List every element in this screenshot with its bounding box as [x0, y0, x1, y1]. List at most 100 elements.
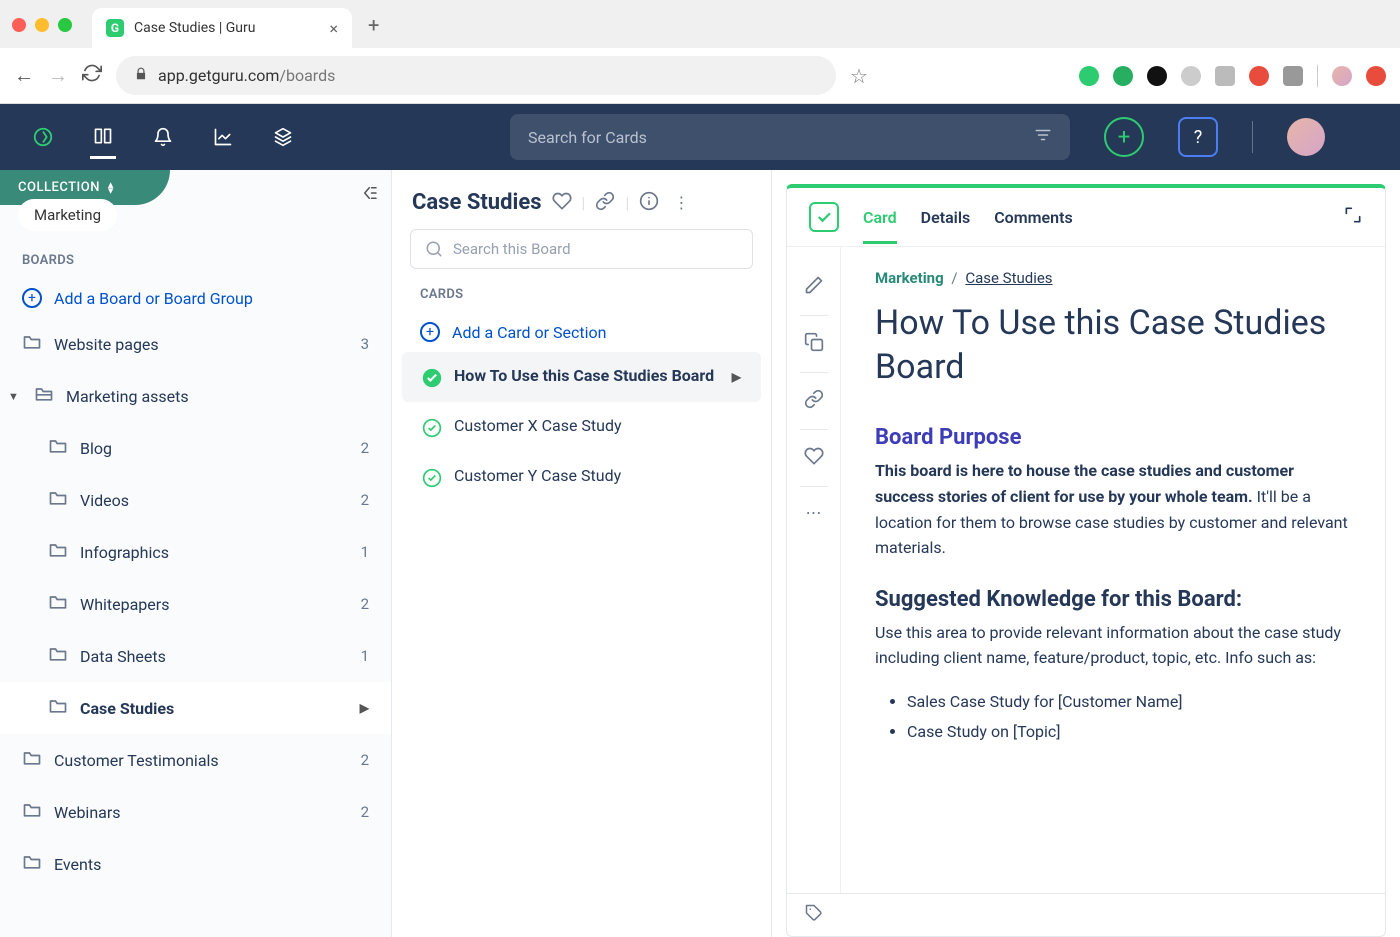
- card-customer-y[interactable]: Customer Y Case Study: [402, 452, 761, 502]
- board-infographics[interactable]: Infographics 1: [0, 526, 391, 578]
- ext-camera-icon[interactable]: [1283, 66, 1303, 86]
- detail-body: ⋯ Marketing / Case Studies How To Use th…: [787, 247, 1385, 893]
- breadcrumb: Marketing / Case Studies: [875, 269, 1351, 287]
- guru-logo-icon[interactable]: [30, 124, 56, 150]
- board-videos[interactable]: Videos 2: [0, 474, 391, 526]
- verified-outline-icon: [422, 468, 442, 488]
- info-icon[interactable]: [639, 191, 659, 215]
- folder-icon: [48, 488, 68, 512]
- board-customer-testimonials[interactable]: Customer Testimonials 2: [0, 734, 391, 786]
- tab-close-icon[interactable]: ×: [329, 19, 338, 38]
- board-label: Webinars: [54, 803, 121, 822]
- heart-icon[interactable]: [804, 436, 824, 480]
- favorite-icon[interactable]: [552, 191, 572, 215]
- tab-title: Case Studies | Guru: [134, 20, 319, 36]
- card-customer-x[interactable]: Customer X Case Study: [402, 402, 761, 452]
- app-header: Search for Cards + ?: [0, 104, 1400, 170]
- board-panel: Case Studies | | ⋮ Search this Board CAR…: [392, 170, 772, 937]
- board-case-studies[interactable]: Case Studies ▶: [0, 682, 391, 734]
- back-button[interactable]: ←: [14, 63, 34, 88]
- new-tab-button[interactable]: +: [360, 9, 387, 41]
- folder-icon: [22, 332, 42, 356]
- link-icon[interactable]: [804, 379, 824, 423]
- nav-stack-icon[interactable]: [270, 124, 296, 150]
- detail-header: Card Details Comments: [787, 188, 1385, 247]
- reload-button[interactable]: [82, 63, 102, 88]
- window-maximize[interactable]: [58, 18, 72, 32]
- board-title-row: Case Studies | | ⋮: [392, 186, 771, 229]
- nav-library-icon[interactable]: [90, 133, 116, 159]
- tab-details[interactable]: Details: [921, 208, 971, 227]
- window-minimize[interactable]: [35, 18, 49, 32]
- board-label: Marketing assets: [66, 387, 189, 406]
- board-purpose-text: This board is here to house the case stu…: [875, 458, 1351, 560]
- profile-avatar-icon[interactable]: [1332, 66, 1352, 86]
- window-close[interactable]: [12, 18, 26, 32]
- board-label: Case Studies: [80, 699, 174, 718]
- sidebar-collapse-icon[interactable]: [361, 184, 379, 206]
- add-card-button[interactable]: + Add a Card or Section: [392, 312, 771, 352]
- user-avatar[interactable]: [1287, 118, 1325, 156]
- suggested-text: Use this area to provide relevant inform…: [875, 620, 1351, 671]
- address-bar: ← → app.getguru.com/boards ☆: [0, 48, 1400, 103]
- ext-orange-icon[interactable]: [1366, 66, 1386, 86]
- plus-circle-icon: +: [420, 322, 440, 342]
- ext-gray2-icon[interactable]: [1215, 66, 1235, 86]
- link-icon[interactable]: [595, 191, 615, 215]
- expand-icon[interactable]: [1343, 205, 1363, 229]
- edit-icon[interactable]: [804, 265, 824, 309]
- board-whitepapers[interactable]: Whitepapers 2: [0, 578, 391, 630]
- nav-notifications-icon[interactable]: [150, 124, 176, 150]
- more-horizontal-icon[interactable]: ⋯: [806, 493, 822, 532]
- search-placeholder: Search for Cards: [528, 128, 647, 147]
- tab-card[interactable]: Card: [863, 208, 897, 244]
- board-events[interactable]: Events: [0, 838, 391, 890]
- verify-badge-icon[interactable]: [809, 202, 839, 232]
- board-search-input[interactable]: Search this Board: [410, 229, 753, 269]
- board-label: Blog: [80, 439, 112, 458]
- folder-icon: [22, 748, 42, 772]
- browser-tab[interactable]: G Case Studies | Guru ×: [92, 8, 352, 48]
- bullet-item: Case Study on [Topic]: [907, 717, 1351, 747]
- help-button[interactable]: ?: [1178, 117, 1218, 157]
- global-search-input[interactable]: Search for Cards: [510, 114, 1070, 160]
- nav-analytics-icon[interactable]: [210, 124, 236, 150]
- forward-button[interactable]: →: [48, 63, 68, 88]
- add-board-button[interactable]: + Add a Board or Board Group: [0, 278, 391, 318]
- url-bar[interactable]: app.getguru.com/boards: [116, 56, 836, 95]
- folder-icon: [48, 592, 68, 616]
- board-webinars[interactable]: Webinars 2: [0, 786, 391, 838]
- board-website-pages[interactable]: Website pages 3: [0, 318, 391, 370]
- more-icon[interactable]: ⋮: [673, 193, 689, 212]
- collection-chip[interactable]: Marketing: [18, 199, 117, 231]
- create-button[interactable]: +: [1104, 117, 1144, 157]
- url-text: app.getguru.com/boards: [158, 66, 335, 85]
- tag-bar[interactable]: [787, 893, 1385, 936]
- board-count: 2: [361, 595, 369, 613]
- board-count: 1: [361, 543, 369, 561]
- ext-red-icon[interactable]: [1249, 66, 1269, 86]
- board-blog[interactable]: Blog 2: [0, 422, 391, 474]
- sort-icon: ▴▾: [108, 182, 114, 193]
- folder-icon: [22, 852, 42, 876]
- board-count: 3: [361, 335, 369, 353]
- copy-icon[interactable]: [804, 322, 824, 366]
- ext-guru-icon[interactable]: [1079, 66, 1099, 86]
- board-data-sheets[interactable]: Data Sheets 1: [0, 630, 391, 682]
- detail-content: Marketing / Case Studies How To Use this…: [841, 247, 1385, 893]
- bookmark-star-icon[interactable]: ☆: [850, 64, 868, 88]
- board-group-marketing-assets[interactable]: ▼ Marketing assets: [0, 370, 391, 422]
- board-title: Case Studies: [412, 190, 542, 215]
- crumb-board[interactable]: Case Studies: [965, 269, 1052, 287]
- search-filter-icon[interactable]: [1034, 126, 1052, 148]
- crumb-collection[interactable]: Marketing: [875, 269, 944, 287]
- board-label: Data Sheets: [80, 647, 166, 666]
- ext-green-icon[interactable]: [1113, 66, 1133, 86]
- ext-black-icon[interactable]: [1147, 66, 1167, 86]
- card-how-to-use[interactable]: How To Use this Case Studies Board ▶: [402, 352, 761, 402]
- header-divider: [1252, 121, 1253, 153]
- plus-circle-icon: +: [22, 288, 42, 308]
- ext-gray-icon[interactable]: [1181, 66, 1201, 86]
- sidebar: COLLECTION ▴▾ Marketing BOARDS + Add a B…: [0, 170, 392, 937]
- tab-comments[interactable]: Comments: [994, 208, 1072, 227]
